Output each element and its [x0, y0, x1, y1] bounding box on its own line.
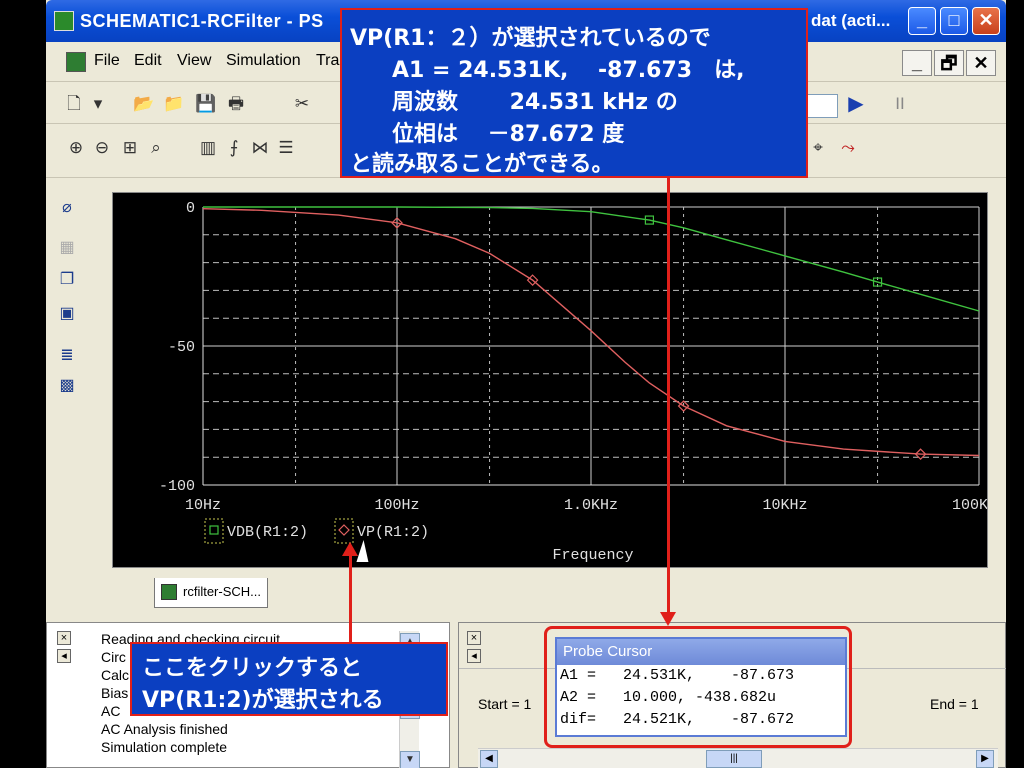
callout-line: と読み取ることができる。 — [350, 152, 614, 177]
plot-svg[interactable]: 0 -50 -100 10Hz 100Hz 1.0KHz 10KHz 100KHz Freque… — [113, 193, 1006, 567]
scroll-down-icon[interactable]: ▼ — [400, 751, 420, 768]
pane-pin-icon[interactable]: ◂ — [57, 649, 71, 663]
pane-close-icon[interactable]: × — [57, 631, 71, 645]
legend-label: VP(R1:2) — [357, 524, 429, 541]
annotation-arrow-bottom — [349, 554, 352, 644]
legend-label: VDB(R1:2) — [227, 524, 308, 541]
menu-view[interactable]: View — [177, 52, 211, 70]
zoom-fit-icon[interactable]: ⌕ — [144, 136, 168, 160]
run-icon[interactable]: ▶ — [844, 92, 868, 116]
probe-row-a2: A2 = 10.000, -438.682u — [560, 689, 777, 706]
zoom-area-icon[interactable]: ⊞ — [118, 136, 142, 160]
map-icon[interactable]: ▩ — [56, 375, 78, 397]
message-line: Bias — [101, 685, 129, 701]
x-axis-label: Frequency — [552, 547, 633, 564]
document-icon[interactable] — [66, 52, 86, 72]
cut-icon[interactable]: ✂ — [290, 92, 314, 116]
grid-icon[interactable]: ☰ — [274, 136, 298, 160]
print-icon[interactable]: 🖶 — [224, 92, 248, 116]
x-tick-label: 10Hz — [185, 497, 221, 514]
arrow-head-up-icon — [342, 542, 358, 556]
log-x-icon[interactable]: ▥ — [196, 136, 220, 160]
disabled-tool-icon[interactable]: ▦ — [56, 237, 78, 259]
callout-line: VP(R1:2)が選択される — [142, 688, 384, 713]
y-tick-label: -50 — [168, 339, 195, 356]
mark-data-icon[interactable]: ⤳ — [836, 136, 860, 160]
zoom-in-icon[interactable]: ⊕ — [64, 136, 88, 160]
menu-simulation[interactable]: Simulation — [226, 52, 301, 70]
fft-icon[interactable]: ⨍ — [222, 136, 246, 160]
open-folder-icon[interactable]: 📁 — [162, 92, 186, 116]
bias-icon[interactable]: ▣ — [56, 303, 78, 325]
mdi-minimize-button[interactable]: _ — [902, 50, 932, 76]
callout-line: VP(R1：２）が選択されているので — [350, 26, 711, 51]
message-line: AC — [101, 703, 121, 719]
window-title: SCHEMATIC1-RCFilter - PS — [80, 11, 324, 31]
close-button[interactable]: ✕ — [972, 7, 1000, 35]
window-title-tail: dat (acti... — [811, 11, 891, 30]
probe-icon[interactable]: ⌀ — [56, 197, 78, 219]
annotation-callout-top: VP(R1：２）が選択されているので A1 = 24.531K, -87.673… — [340, 8, 808, 178]
app-icon — [54, 11, 74, 31]
start-label: Start = 1 — [478, 696, 531, 712]
schematic-icon — [161, 584, 177, 600]
x-tick-label: 100Hz — [374, 497, 419, 514]
menu-file[interactable]: File — [94, 52, 120, 70]
list-icon[interactable]: ≣ — [56, 345, 78, 367]
annotation-arrow-top — [667, 178, 670, 618]
legend-marker-box — [334, 518, 354, 544]
copy-tool-icon[interactable]: ❐ — [56, 269, 78, 291]
minimize-button[interactable]: _ — [908, 7, 936, 35]
maximize-button[interactable]: □ — [940, 7, 968, 35]
scroll-right-icon[interactable]: ▶ — [976, 750, 994, 768]
message-line: Simulation complete — [101, 739, 228, 755]
performance-icon[interactable]: ⋈ — [248, 136, 272, 160]
new-icon[interactable]: 🗋 — [62, 92, 86, 116]
mdi-close-button[interactable]: ✕ — [966, 50, 996, 76]
menu-trace[interactable]: Tra — [316, 52, 339, 70]
open-icon[interactable]: 📂 — [132, 92, 156, 116]
probe-cursor-window[interactable]: Probe Cursor A1 = 24.531K, -87.673 A2 = … — [555, 637, 847, 737]
legend-marker-box — [204, 518, 224, 544]
callout-line: 周波数 24.531 kHz の — [392, 90, 678, 115]
arrow-head-down-icon — [660, 612, 676, 626]
probe-cursor-title: Probe Cursor — [557, 639, 845, 665]
legend-marker-square — [209, 525, 219, 535]
annotation-callout-bottom: ここをクリックすると VP(R1:2)が選択される — [130, 642, 448, 716]
end-label: End = 1 — [930, 696, 979, 712]
legend-marker-diamond — [338, 524, 350, 536]
mark-label-icon[interactable]: ⌖ — [806, 136, 830, 160]
left-toolbar: ⌀ ▦ ❐ ▣ ≣ ▩ — [46, 185, 86, 625]
pause-icon[interactable]: II — [888, 92, 912, 116]
message-line: AC Analysis finished — [101, 721, 228, 737]
x-tick-label: 1.0KHz — [564, 497, 618, 514]
save-icon[interactable]: 💾 — [194, 92, 218, 116]
callout-line: A1 = 24.531K, -87.673 は, — [392, 58, 745, 83]
dropdown-arrow-icon[interactable]: ▾ — [86, 92, 110, 116]
message-line: Circ — [101, 649, 126, 665]
plot-panel: 0 -50 -100 10Hz 100Hz 1.0KHz 10KHz 100KHz Freque… — [112, 192, 1006, 568]
start-value: 1 — [523, 696, 532, 712]
end-value: 1 — [970, 696, 979, 712]
callout-line: 位相は －87.672 度 — [392, 122, 625, 147]
message-line: Calc — [101, 667, 130, 683]
hscroll-thumb[interactable]: ||| — [706, 750, 762, 768]
probe-row-dif: dif= 24.521K, -87.672 — [560, 711, 795, 728]
x-tick-label: 100KHz — [952, 497, 987, 514]
x-tick-label: 10KHz — [762, 497, 807, 514]
scroll-left-icon[interactable]: ◀ — [480, 750, 498, 768]
probe-row-a1: A1 = 24.531K, -87.673 — [560, 667, 795, 684]
range-scrollbar[interactable]: ◀ ||| ▶ — [478, 748, 998, 768]
zoom-out-icon[interactable]: ⊖ — [90, 136, 114, 160]
end-text: End = — [930, 696, 967, 712]
start-text: Start = — [478, 696, 520, 712]
callout-line: ここをクリックすると — [142, 656, 363, 681]
tab-label: rcfilter-SCH... — [183, 584, 261, 599]
mdi-restore-button[interactable]: 🗗 — [934, 50, 964, 76]
menu-edit[interactable]: Edit — [134, 52, 162, 70]
y-tick-label: -100 — [159, 478, 195, 495]
tab-rcfilter[interactable]: rcfilter-SCH... — [154, 578, 268, 608]
y-tick-label: 0 — [186, 200, 195, 217]
